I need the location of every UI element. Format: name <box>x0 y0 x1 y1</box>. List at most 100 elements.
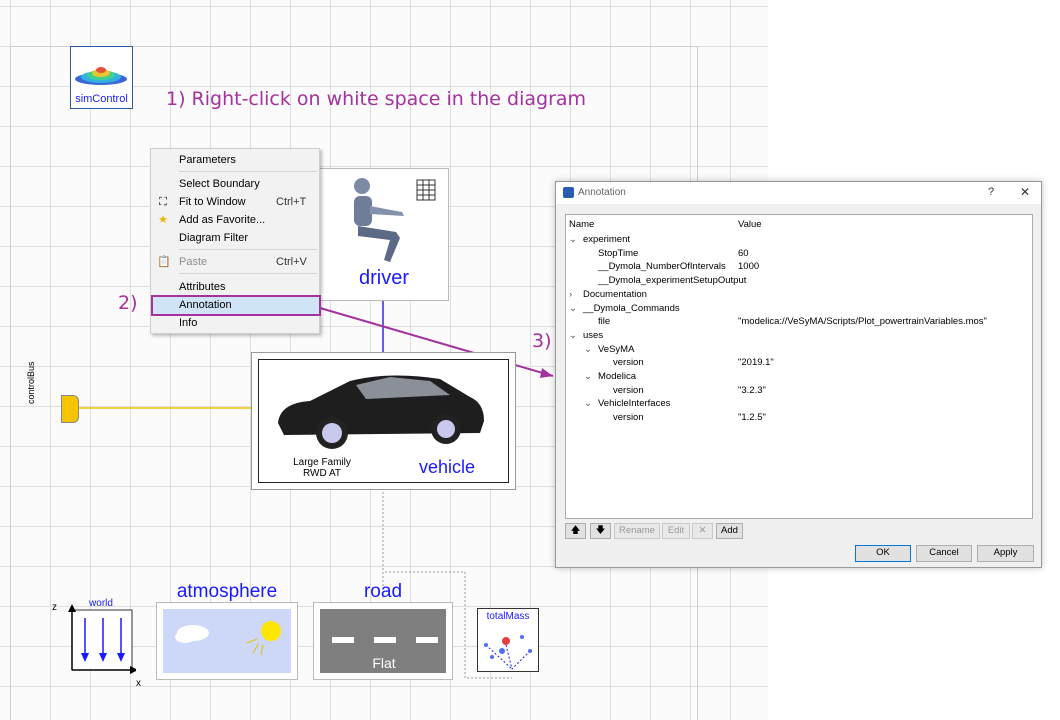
atmosphere-component[interactable]: atmosphere <box>156 581 298 680</box>
tree-row-value[interactable]: "3.2.3" <box>738 384 766 398</box>
context-menu: Parameters Select Boundary ⛶ Fit to Wind… <box>150 148 321 334</box>
menu-item-parameters-label: Parameters <box>179 154 236 166</box>
menu-item-annotation[interactable]: Annotation <box>151 295 321 316</box>
annotation-tree[interactable]: Name Value ⌄ experiment StopTime 60 __Dymola… <box>565 214 1033 519</box>
menu-item-parameters[interactable]: Parameters <box>151 151 319 169</box>
tree-row-name[interactable]: VeSyMA <box>598 343 634 357</box>
menu-item-paste[interactable]: 📋 Paste Ctrl+V <box>151 253 319 271</box>
vehicle-component[interactable]: Large Family RWD AT vehicle <box>251 352 516 490</box>
tree-row-value[interactable]: "2019.1" <box>738 356 774 370</box>
menu-item-select-boundary[interactable]: Select Boundary <box>151 175 319 193</box>
instruction-step3: 3) <box>532 330 552 352</box>
driver-label: driver <box>358 267 409 289</box>
cancel-button[interactable]: Cancel <box>916 545 972 562</box>
tree-expander-icon[interactable]: ⌄ <box>584 397 592 411</box>
atmosphere-frame <box>156 602 298 680</box>
column-header-value: Value <box>738 219 762 230</box>
apply-button[interactable]: Apply <box>977 545 1034 562</box>
tree-row-value[interactable]: "1.2.5" <box>738 411 766 425</box>
world-z-axis-label: z <box>52 602 57 613</box>
dialog-title: Annotation <box>578 187 626 198</box>
add-button[interactable]: Add <box>716 523 743 539</box>
tree-row-name[interactable]: experiment <box>583 233 630 247</box>
instruction-step1: 1) Right-click on white space in the dia… <box>166 88 587 110</box>
menu-item-fit-to-window-label: Fit to Window <box>179 196 246 208</box>
dialog-titlebar: Annotation ? ✕ <box>556 182 1041 204</box>
fit-to-window-icon: ⛶ <box>159 196 167 208</box>
paste-icon: 📋 <box>157 256 171 268</box>
totalmass-component[interactable]: totalMass <box>477 608 539 672</box>
move-down-button[interactable]: 🡇 <box>590 523 611 539</box>
controlbus-connector[interactable] <box>61 395 79 423</box>
tree-expander-icon[interactable]: ⌄ <box>584 343 592 357</box>
road-lane-marking <box>416 637 438 643</box>
table-icon <box>416 179 436 201</box>
world-x-axis-label: x <box>136 678 141 689</box>
tree-expander-icon[interactable]: ⌄ <box>569 233 577 247</box>
move-up-button[interactable]: 🡅 <box>565 523 586 539</box>
menu-item-paste-label: Paste <box>179 256 208 268</box>
edit-button[interactable]: Edit <box>662 523 690 539</box>
cloud-sun-icon <box>175 621 281 656</box>
car-icon <box>278 375 484 449</box>
tree-row-name[interactable]: file <box>598 315 610 329</box>
road-lane-marking <box>332 637 354 643</box>
road-label: road <box>363 581 403 602</box>
mass-points-icon <box>484 635 532 670</box>
world-component[interactable]: world z x <box>52 598 141 689</box>
controlbus-label: controlBus <box>26 361 36 404</box>
menu-item-diagram-filter[interactable]: Diagram Filter <box>151 229 319 247</box>
tree-row-name[interactable]: StopTime <box>598 247 638 261</box>
tree-expander-icon[interactable]: ⌄ <box>584 370 592 384</box>
close-icon[interactable]: ✕ <box>1020 185 1030 199</box>
star-icon: ★ <box>158 214 168 226</box>
tree-row-value[interactable]: 60 <box>738 247 749 261</box>
tree-expander-icon[interactable]: ⌄ <box>569 302 577 316</box>
driver-component[interactable]: driver <box>319 168 449 301</box>
road-type-label: Flat <box>372 655 396 671</box>
instruction-step2: 2) <box>118 292 138 314</box>
vehicle-desc-line2: RWD AT <box>303 468 341 479</box>
road-component[interactable]: road Flat <box>313 581 453 680</box>
menu-item-add-favorite-label: Add as Favorite... <box>179 214 266 226</box>
menu-item-annotation-label: Annotation <box>179 299 232 311</box>
tree-row-name[interactable]: VehicleInterfaces <box>598 397 670 411</box>
road-lane-marking <box>374 637 396 643</box>
tree-row-value[interactable]: 1000 <box>738 260 759 274</box>
ok-button[interactable]: OK <box>855 545 911 562</box>
tree-row-name[interactable]: version <box>613 384 644 398</box>
tree-row-name[interactable]: Modelica <box>598 370 636 384</box>
tree-row-name[interactable]: Documentation <box>583 288 647 302</box>
menu-item-attributes[interactable]: Attributes <box>151 278 319 296</box>
help-icon[interactable]: ? <box>988 186 994 198</box>
annotation-dialog: Annotation ? ✕ Name Value ⌄ experiment Sto… <box>555 181 1042 568</box>
tree-row-name[interactable]: __Dymola_experimentSetupOutput <box>598 274 746 288</box>
surface-plot-icon <box>75 67 127 85</box>
vehicle-label: vehicle <box>418 457 476 477</box>
atmosphere-label: atmosphere <box>176 581 278 602</box>
tree-expander-icon[interactable]: › <box>569 288 572 302</box>
menu-item-fit-to-window-shortcut: Ctrl+T <box>276 196 307 208</box>
simcontrol-component[interactable]: simControl <box>70 46 133 109</box>
menu-item-add-favorite[interactable]: ★ Add as Favorite... <box>151 211 319 229</box>
rename-button[interactable]: Rename <box>614 523 660 539</box>
menu-item-paste-shortcut: Ctrl+V <box>276 256 307 268</box>
totalmass-label: totalMass <box>486 611 530 622</box>
tree-row-name[interactable]: uses <box>583 329 603 343</box>
menu-separator <box>179 171 317 172</box>
menu-item-info-label: Info <box>179 317 198 329</box>
menu-item-info[interactable]: Info <box>151 314 319 332</box>
tree-row-name[interactable]: version <box>613 411 644 425</box>
menu-item-attributes-label: Attributes <box>179 281 226 293</box>
menu-item-fit-to-window[interactable]: ⛶ Fit to Window Ctrl+T <box>151 193 319 211</box>
vehicle-desc-line1: Large Family <box>293 457 351 468</box>
tree-expander-icon[interactable]: ⌄ <box>569 329 577 343</box>
gravity-field-icon <box>68 604 136 674</box>
tree-row-name[interactable]: __Dymola_NumberOfIntervals <box>598 260 726 274</box>
tree-row-name[interactable]: version <box>613 356 644 370</box>
delete-button[interactable]: ✕ <box>692 523 713 539</box>
road-frame: Flat <box>313 602 453 680</box>
menu-separator <box>179 273 317 274</box>
tree-row-name[interactable]: __Dymola_Commands <box>583 302 680 316</box>
tree-row-value[interactable]: "modelica://VeSyMA/Scripts/Plot_powertra… <box>738 315 987 329</box>
